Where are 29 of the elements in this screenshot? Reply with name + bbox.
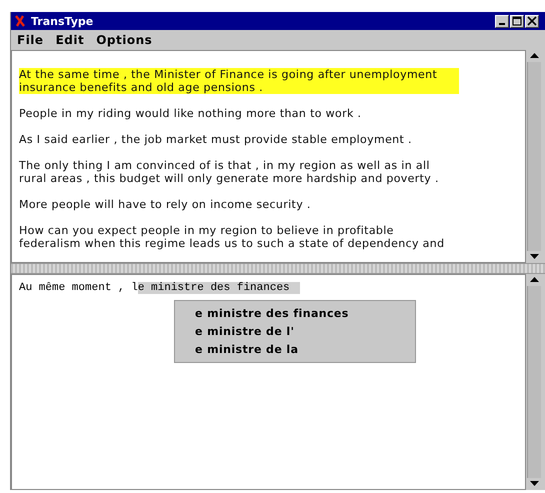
source-sentence: The only thing I am convinced of is that , in my region as well as in all rural areas , this budget will only generate more hardship and poverty .	[19, 159, 440, 185]
close-icon	[527, 16, 537, 26]
suggestion-item[interactable]: e ministre des finances	[175, 305, 415, 323]
window-title: TransType	[31, 14, 94, 28]
source-sentence: People in my riding would like nothing more than to work .	[19, 107, 362, 120]
completion-text: e ministre des finances	[138, 282, 300, 294]
x-logo-icon	[15, 15, 25, 27]
minimize-icon	[499, 23, 505, 25]
maximize-icon	[512, 16, 522, 26]
source-sentence: At the same time , the Minister of Finance is going after unemployment insurance benefits and old age pensions .	[19, 68, 459, 94]
source-sentence: How can you expect people in my region to believe in profitable federalism when this regime leads us to such a state of dependency and	[19, 224, 446, 250]
scroll-down-icon[interactable]	[530, 254, 538, 260]
splitter-handle[interactable]	[11, 263, 545, 274]
maximize-button[interactable]	[510, 14, 524, 28]
close-button[interactable]	[525, 14, 539, 28]
target-text-area[interactable]: Au même moment , le ministre des finances e ministre des finances e ministre de l' e ministre de la	[11, 274, 526, 490]
suggestion-item[interactable]: e ministre de la	[175, 341, 415, 359]
minimize-button[interactable]	[495, 14, 509, 28]
suggestion-item[interactable]: e ministre de l'	[175, 323, 415, 341]
scroll-down-icon[interactable]	[530, 481, 538, 487]
typed-text: Au même moment , l	[19, 282, 138, 294]
menu-item[interactable]: Edit	[56, 33, 84, 47]
source-text-area[interactable]	[11, 50, 526, 263]
menu-item[interactable]: Options	[96, 33, 152, 47]
menu-item[interactable]: File	[17, 33, 44, 47]
scroll-up-icon[interactable]	[530, 53, 538, 59]
source-sentence: More people will have to rely on income security .	[19, 198, 312, 211]
scroll-up-icon[interactable]	[530, 277, 538, 283]
source-sentence: As I said earlier , the job market must provide stable employment .	[19, 133, 413, 146]
